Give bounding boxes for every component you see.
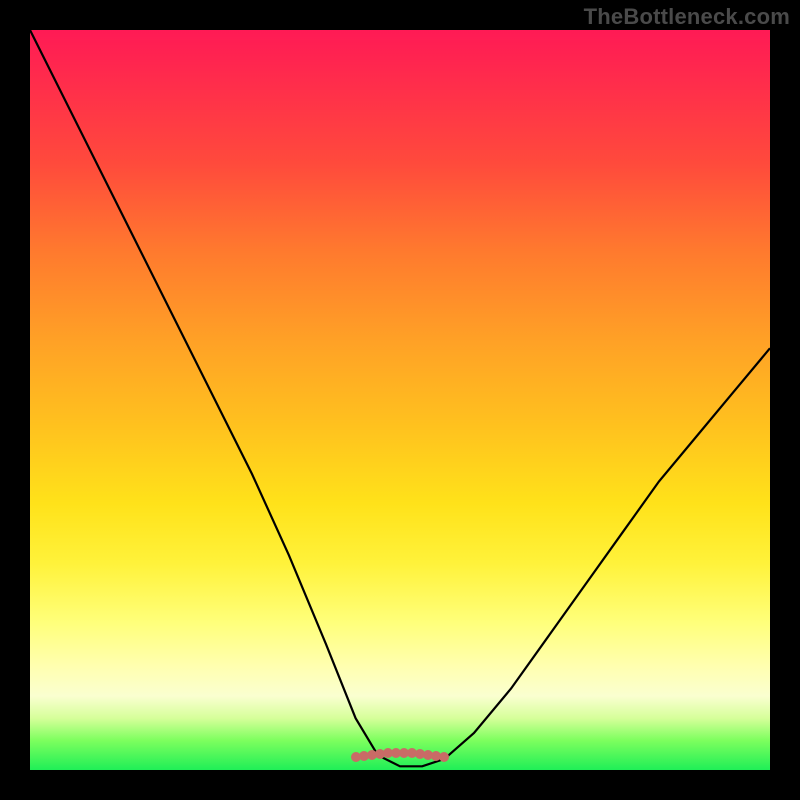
- curve-path: [30, 30, 770, 766]
- chart-frame: TheBottleneck.com: [0, 0, 800, 800]
- watermark-label: TheBottleneck.com: [584, 4, 790, 30]
- bottleneck-curve: [30, 30, 770, 770]
- plot-area: [30, 30, 770, 770]
